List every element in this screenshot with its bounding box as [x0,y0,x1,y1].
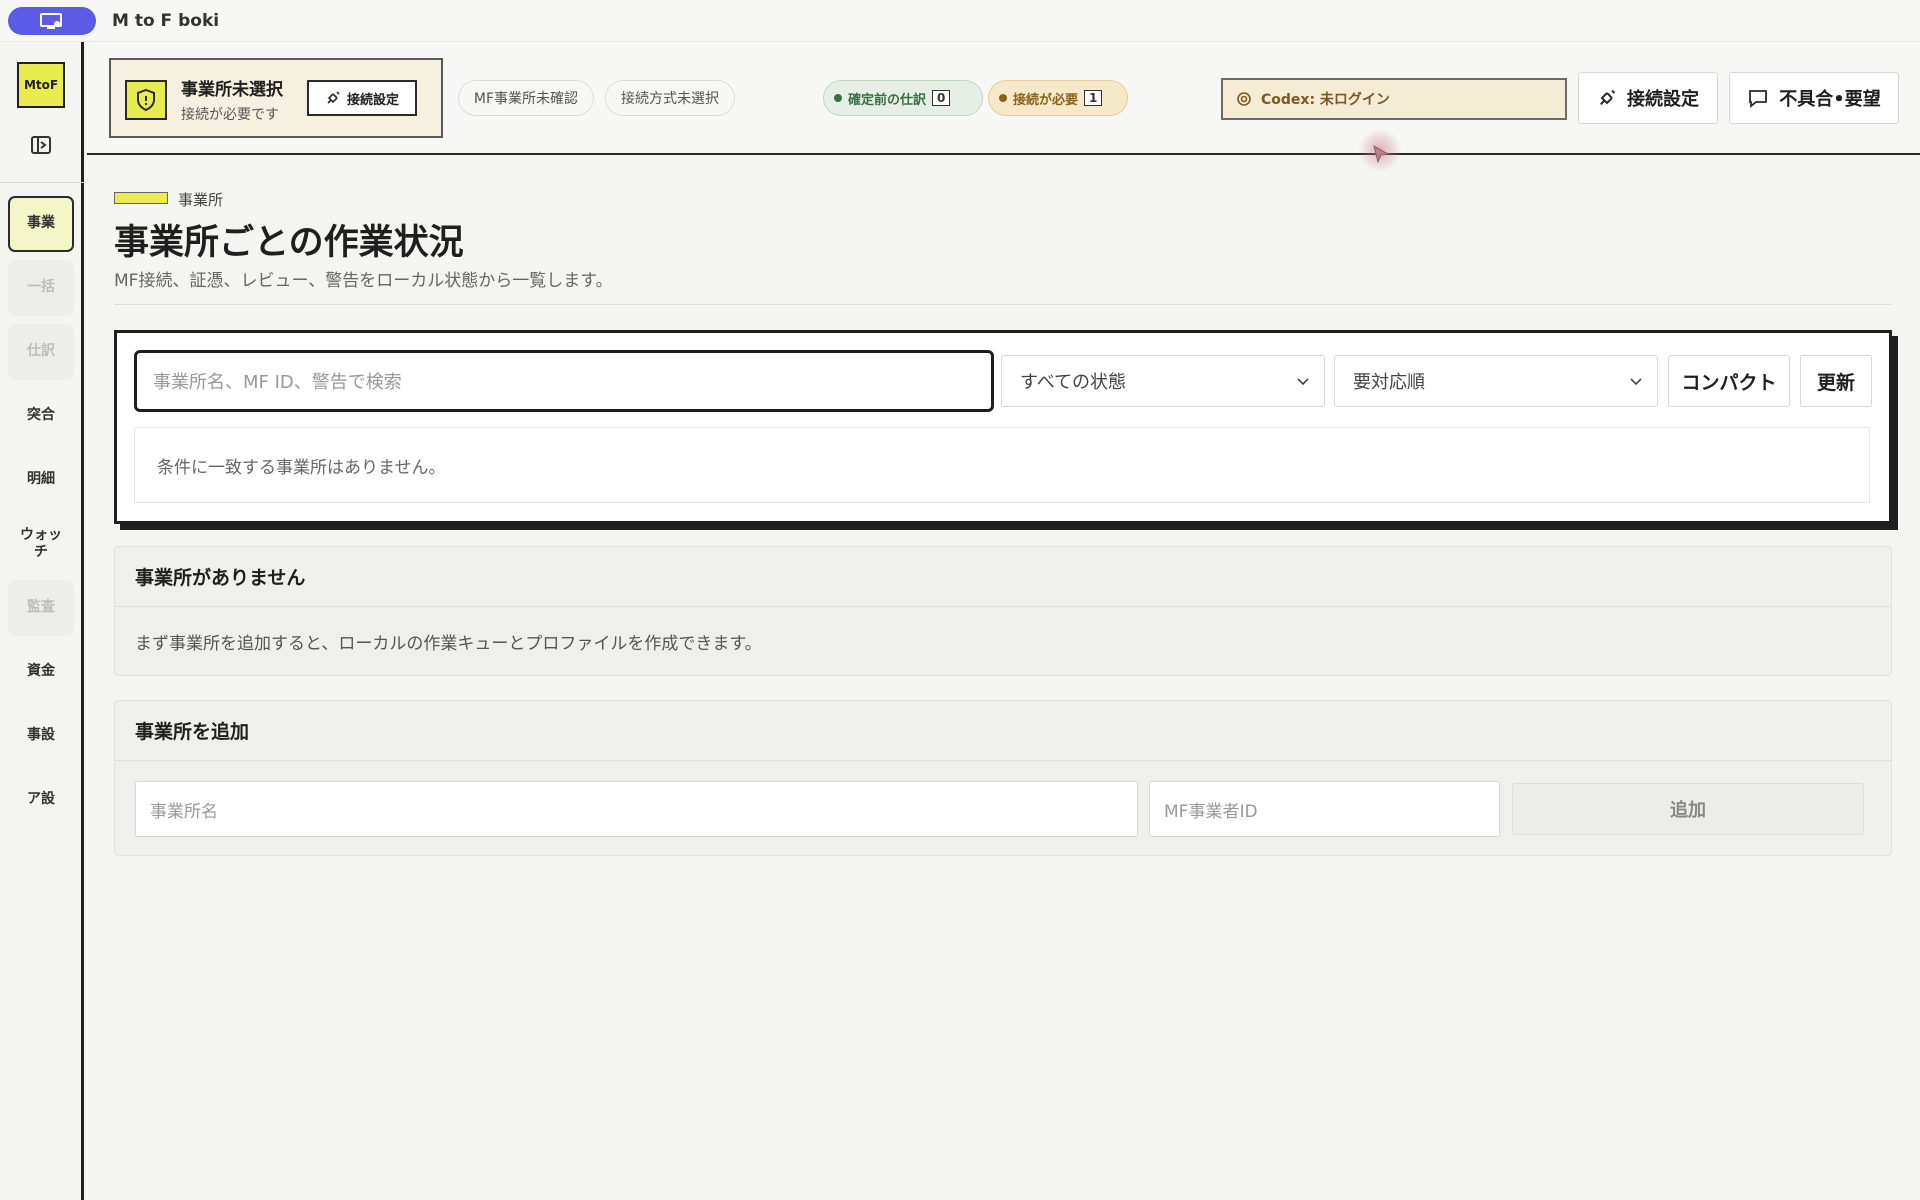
pending-journal-count: 0 [932,90,951,106]
connection-required-count: 1 [1084,90,1103,106]
app-logo[interactable]: MtoF [17,62,65,108]
connect-settings-button[interactable]: 接続設定 [1578,72,1718,124]
shield-alert-icon [125,80,167,120]
add-office-title: 事業所を追加 [115,701,1891,761]
codex-login-status[interactable]: Codex: 未ログイン [1221,78,1567,120]
nav-item-statements[interactable]: 明細 [8,452,74,508]
left-rail: MtoF 事業 一括 仕訳 突合 明細 ウォッチ 監査 資金 事設 ア設 [0,42,84,1200]
pending-journal-badge[interactable]: 確定前の仕訳 0 [823,80,983,116]
page-title: 事業所ごとの作業状況 [114,223,464,263]
nav-item-audit[interactable]: 監査 [8,580,74,636]
mf-office-chip[interactable]: MF事業所未確認 [458,80,594,116]
plug-icon [1600,89,1616,105]
codex-icon [1237,92,1251,106]
office-status-subtitle: 接続が必要です [181,107,279,123]
status-dot-icon [999,94,1007,102]
breadcrumb-marker [114,192,168,204]
app-switcher-button[interactable] [8,6,96,35]
window-title: M to F boki [112,10,220,31]
office-status-title: 事業所未選択 [181,80,283,100]
compact-view-button[interactable]: コンパクト [1668,355,1790,407]
refresh-button[interactable]: 更新 [1800,355,1872,407]
nav-item-offices[interactable]: 事業 [8,196,74,252]
page-description: MF接続、証憑、レビュー、警告をローカル状態から一覧します。 [114,271,613,291]
office-name-field[interactable]: 事業所名 [135,781,1138,837]
pending-journal-label: 確定前の仕訳 [848,92,927,108]
office-status-card: 事業所未選択 接続が必要です 接続設定 [109,58,443,138]
office-connect-button[interactable]: 接続設定 [307,80,417,116]
nav-item-bulk[interactable]: 一括 [8,260,74,316]
feedback-button[interactable]: 不具合•要望 [1729,72,1899,124]
no-offices-card: 事業所がありません まず事業所を追加すると、ローカルの作業キューとプロファイルを… [114,546,1892,676]
plug-icon [327,91,340,104]
codex-login-label: Codex: 未ログイン [1261,92,1390,108]
connection-required-label: 接続が必要 [1013,92,1079,108]
nav-item-funds[interactable]: 資金 [8,644,74,700]
status-filter-value: すべての状態 [1020,372,1127,393]
office-filter-panel: 事業所名、MF ID、警告で検索 すべての状態 要対応順 コンパクト 更新 条件… [114,330,1892,524]
nav-item-journal[interactable]: 仕訳 [8,324,74,380]
chevron-down-icon [1297,378,1309,386]
section-divider [114,304,1892,305]
connection-required-badge[interactable]: 接続が必要 1 [988,80,1128,116]
chevron-down-icon [1630,378,1642,386]
nav-item-matching[interactable]: 突合 [8,388,74,444]
breadcrumb: 事業所 [178,191,224,209]
connect-settings-label: 接続設定 [1627,89,1699,110]
monitor-user-icon [40,12,62,29]
rail-divider [0,182,84,183]
sidebar-toggle-icon[interactable] [29,134,53,156]
no-offices-title: 事業所がありません [115,547,1891,607]
mf-business-id-field[interactable]: MF事業者ID [1149,781,1500,837]
feedback-label: 不具合•要望 [1779,89,1881,110]
message-square-icon [1749,90,1768,108]
add-office-button[interactable]: 追加 [1512,783,1864,835]
top-header: 事業所未選択 接続が必要です 接続設定 MF事業所未確認 接続方式未選択 確定前… [87,42,1920,155]
office-search-input[interactable]: 事業所名、MF ID、警告で検索 [134,350,994,412]
status-filter-select[interactable]: すべての状態 [1001,355,1325,407]
empty-results-message: 条件に一致する事業所はありません。 [134,427,1870,503]
nav-item-office-settings[interactable]: 事設 [8,708,74,764]
mouse-pointer-icon [1373,144,1390,164]
add-office-card: 事業所を追加 事業所名 MF事業者ID 追加 [114,700,1892,856]
sort-select-value: 要対応順 [1353,372,1425,393]
connection-method-chip[interactable]: 接続方式未選択 [605,80,735,116]
status-dot-icon [834,94,842,102]
nav-item-watch[interactable]: ウォッチ [8,516,74,572]
sort-select[interactable]: 要対応順 [1334,355,1658,407]
office-connect-label: 接続設定 [346,92,399,108]
nav-item-app-settings[interactable]: ア設 [8,772,74,828]
no-offices-body: まず事業所を追加すると、ローカルの作業キューとプロファイルを作成できます。 [135,633,762,654]
title-bar: M to F boki [0,0,1920,42]
